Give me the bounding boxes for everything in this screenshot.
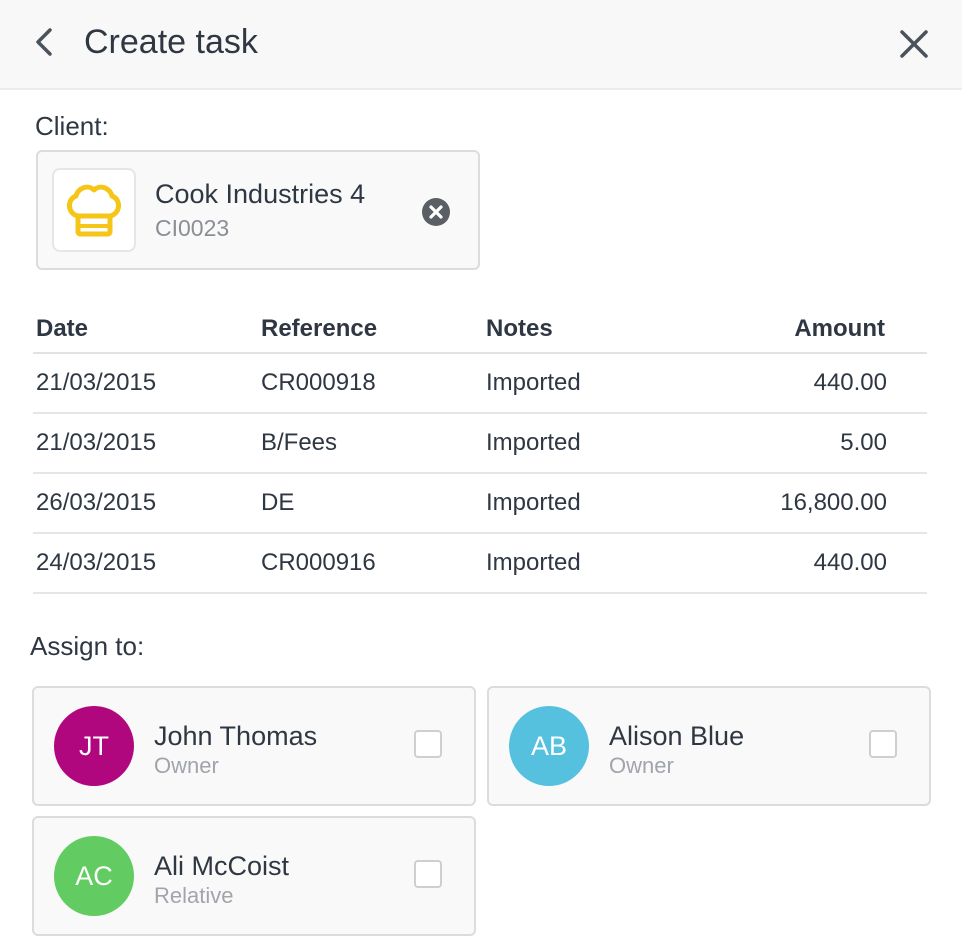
table-row[interactable]: 21/03/2015 B/Fees Imported 5.00 [33,413,927,474]
assignee-card-john-thomas[interactable]: JT John Thomas Owner [32,686,476,806]
column-header-date: Date [33,306,258,354]
transactions-table: Date Reference Notes Amount 21/03/2015 C… [33,306,927,594]
assignee-role: Relative [154,883,234,908]
assignee-name: Ali McCoist [154,851,290,881]
client-logo [52,168,136,252]
cell-date: 24/03/2015 [33,533,258,594]
assignee-role: Owner [154,753,219,778]
table-row[interactable]: 21/03/2015 CR000918 Imported 440.00 [33,353,927,414]
assign-checkbox[interactable] [869,730,897,758]
column-header-amount: Amount [708,306,927,354]
table-row[interactable]: 24/03/2015 CR000916 Imported 440.00 [33,533,927,594]
column-header-notes: Notes [483,306,708,354]
cell-reference: CR000916 [258,533,483,594]
cell-reference: B/Fees [258,413,483,474]
cell-reference: CR000918 [258,353,483,414]
avatar: AB [509,706,589,786]
chevron-left-icon [36,28,52,56]
assignee-name: John Thomas [154,721,318,751]
assign-checkbox[interactable] [414,730,442,758]
cell-amount: 440.00 [708,353,927,414]
header-bar: Create task [0,0,962,90]
remove-client-button[interactable] [420,196,452,228]
table-header-row: Date Reference Notes Amount [33,306,927,354]
client-label: Client: [35,111,109,141]
close-icon [900,30,928,58]
assignee-card-ali-mccoist[interactable]: AC Ali McCoist Relative [32,816,476,936]
avatar: JT [54,706,134,786]
assign-checkbox[interactable] [414,860,442,888]
cell-notes: Imported [483,473,708,534]
cell-notes: Imported [483,413,708,474]
cell-amount: 16,800.00 [708,473,927,534]
cell-reference: DE [258,473,483,534]
client-card[interactable]: Cook Industries 4 CI0023 [36,150,480,270]
assignee-role: Owner [609,753,674,778]
cell-amount: 5.00 [708,413,927,474]
back-button[interactable] [30,22,60,62]
cell-date: 21/03/2015 [33,413,258,474]
chef-hat-icon [67,184,121,237]
cell-date: 26/03/2015 [33,473,258,534]
assignee-name: Alison Blue [609,721,745,751]
client-name: Cook Industries 4 [155,179,366,209]
column-header-reference: Reference [258,306,483,354]
cell-date: 21/03/2015 [33,353,258,414]
avatar: AC [54,836,134,916]
assign-label: Assign to: [30,631,145,661]
page-title: Create task [84,23,258,61]
client-code: CI0023 [155,215,230,241]
remove-circle-icon [422,198,450,226]
assignee-card-alison-blue[interactable]: AB Alison Blue Owner [487,686,931,806]
cell-amount: 440.00 [708,533,927,594]
cell-notes: Imported [483,353,708,414]
close-button[interactable] [894,24,934,64]
table-row[interactable]: 26/03/2015 DE Imported 16,800.00 [33,473,927,534]
cell-notes: Imported [483,533,708,594]
